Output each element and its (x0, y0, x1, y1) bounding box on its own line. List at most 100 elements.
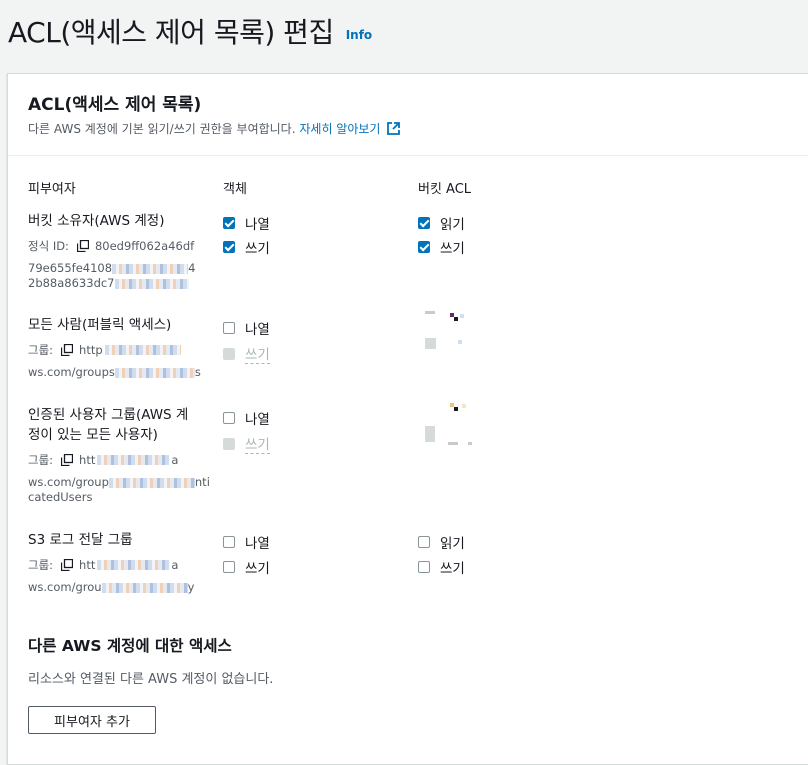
owner-acl-write-checkbox[interactable]: 쓰기 (418, 237, 465, 257)
log-acl-write-checkbox[interactable]: 쓰기 (418, 557, 465, 577)
column-header-object: 객체 (223, 182, 247, 197)
checkbox-label: 쓰기 (245, 343, 270, 364)
group-uri-row: 그룹: http (28, 342, 181, 358)
redacted-block (108, 477, 195, 488)
canonical-id-line-3: 2b88a8633dc7 (28, 276, 189, 290)
redacted-pixel (425, 338, 436, 349)
uri-text: ws.com/grou (28, 580, 102, 594)
owner-acl-read-checkbox[interactable]: 읽기 (418, 213, 465, 233)
grantee-label-everyone: 모든 사람(퍼블릭 액세스) (28, 317, 172, 333)
checkbox[interactable] (223, 536, 235, 548)
canonical-id-row: 정식 ID: 80ed9ff062a46df (28, 238, 194, 254)
group-uri-tail: a (171, 453, 179, 467)
canonical-id-value: 80ed9ff062a46df (94, 239, 195, 253)
panel-title: ACL(액세스 제어 목록) (28, 95, 202, 115)
group-label: 그룹: (28, 343, 54, 357)
checkbox-label: 쓰기 (245, 561, 270, 577)
checkbox-label: 나열 (245, 412, 270, 428)
group-label: 그룹: (28, 453, 54, 467)
checkbox-label: 쓰기 (245, 241, 270, 257)
uri-text-tail: nti (194, 475, 210, 489)
checkbox[interactable] (418, 536, 430, 548)
checkbox-label: 읽기 (440, 217, 465, 233)
checkbox-label: 쓰기 (245, 433, 270, 454)
checkbox[interactable] (223, 561, 235, 573)
owner-object-list-checkbox[interactable]: 나열 (223, 213, 270, 233)
page-header: ACL(액세스 제어 목록) 편집 Info (8, 6, 372, 56)
group-uri-tail: a (171, 558, 179, 572)
checkbox[interactable] (223, 322, 235, 334)
copy-icon[interactable] (76, 240, 89, 252)
group-uri-value: htt (79, 558, 96, 572)
panel-description: 다른 AWS 계정에 기본 읽기/쓰기 권한을 부여합니다. 자세히 알아보기 (28, 120, 401, 137)
grantee-label-authenticated-line2: 정이 있는 모든 사용자) (28, 427, 158, 443)
add-grantee-button[interactable]: 피부여자 추가 (28, 706, 156, 734)
column-header-bucket-acl: 버킷 ACL (418, 182, 472, 197)
redacted-block (112, 263, 189, 274)
redacted-pixel (425, 426, 435, 442)
group-uri-line-2: ws.com/grou y (28, 580, 194, 594)
redacted-pixel (448, 442, 458, 445)
uri-text-tail: y (187, 580, 195, 594)
grantee-label-log-delivery: S3 로그 전달 그룹 (28, 532, 133, 548)
checkbox-label: 쓰기 (440, 561, 465, 577)
copy-icon[interactable] (61, 344, 74, 356)
group-uri-line-3: catedUsers (28, 490, 93, 504)
copy-icon[interactable] (61, 559, 74, 571)
checkbox (223, 347, 235, 360)
checkbox-label: 쓰기 (440, 241, 465, 257)
checkbox[interactable] (223, 412, 235, 424)
group-label: 그룹: (28, 558, 54, 572)
other-accounts-description: 리소스와 연결된 다른 AWS 계정이 없습니다. (28, 672, 274, 687)
checkbox-label: 나열 (245, 322, 270, 338)
redacted-pixel (454, 407, 458, 411)
everyone-object-write-checkbox: 쓰기 (223, 343, 270, 364)
canonical-id-line-2: 79e655fe4108 4 (28, 261, 195, 275)
id-text: 2b88a8633dc7 (28, 276, 115, 290)
authenticated-object-list-checkbox[interactable]: 나열 (223, 408, 270, 428)
group-uri-row: 그룹: htt a (28, 452, 178, 468)
id-text-tail: 4 (188, 261, 196, 275)
redacted-block (114, 367, 195, 378)
grantee-label-authenticated-line1: 인증된 사용자 그룹(AWS 계 (28, 407, 189, 423)
redacted-pixel (458, 340, 462, 344)
group-uri-line-2: ws.com/group nti (28, 475, 210, 489)
uri-text: ws.com/group (28, 475, 109, 489)
redacted-block (101, 582, 188, 593)
checkbox[interactable] (418, 561, 430, 573)
log-object-write-checkbox[interactable]: 쓰기 (223, 557, 270, 577)
learn-more-link[interactable]: 자세히 알아보기 (299, 122, 380, 136)
redacted-pixel (462, 404, 466, 408)
group-uri-value: http (79, 343, 103, 357)
group-uri-row: 그룹: htt a (28, 557, 178, 573)
log-object-list-checkbox[interactable]: 나열 (223, 532, 270, 552)
checkbox[interactable] (223, 217, 235, 229)
redacted-block (114, 278, 189, 289)
checkbox[interactable] (418, 241, 430, 253)
redacted-pixel (468, 442, 472, 445)
external-link-icon (387, 122, 401, 135)
other-accounts-title: 다른 AWS 계정에 대한 액세스 (28, 637, 232, 655)
owner-object-write-checkbox[interactable]: 쓰기 (223, 237, 270, 257)
checkbox[interactable] (418, 217, 430, 229)
info-link[interactable]: Info (346, 28, 372, 42)
group-uri-line-2: ws.com/groups s (28, 365, 201, 379)
checkbox[interactable] (223, 241, 235, 253)
redacted-block (104, 345, 181, 355)
column-header-grantee: 피부여자 (28, 182, 76, 197)
acl-panel: ACL(액세스 제어 목록) 다른 AWS 계정에 기본 읽기/쓰기 권한을 부… (7, 73, 808, 765)
authenticated-object-write-checkbox: 쓰기 (223, 433, 270, 454)
checkbox-label: 나열 (245, 217, 270, 233)
id-text: 79e655fe4108 (28, 261, 113, 275)
page-title: ACL(액세스 제어 목록) 편집 (8, 16, 334, 49)
everyone-object-list-checkbox[interactable]: 나열 (223, 318, 270, 338)
group-uri-value: htt (79, 453, 96, 467)
redacted-block (97, 455, 170, 465)
copy-icon[interactable] (61, 454, 74, 466)
uri-text-tail: s (194, 365, 201, 379)
redacted-pixel (460, 314, 464, 318)
grantee-label-bucket-owner: 버킷 소유자(AWS 계정) (28, 213, 165, 229)
panel-description-text: 다른 AWS 계정에 기본 읽기/쓰기 권한을 부여합니다. (28, 122, 296, 136)
log-acl-read-checkbox[interactable]: 읽기 (418, 532, 465, 552)
canonical-id-label: 정식 ID: (28, 239, 69, 253)
